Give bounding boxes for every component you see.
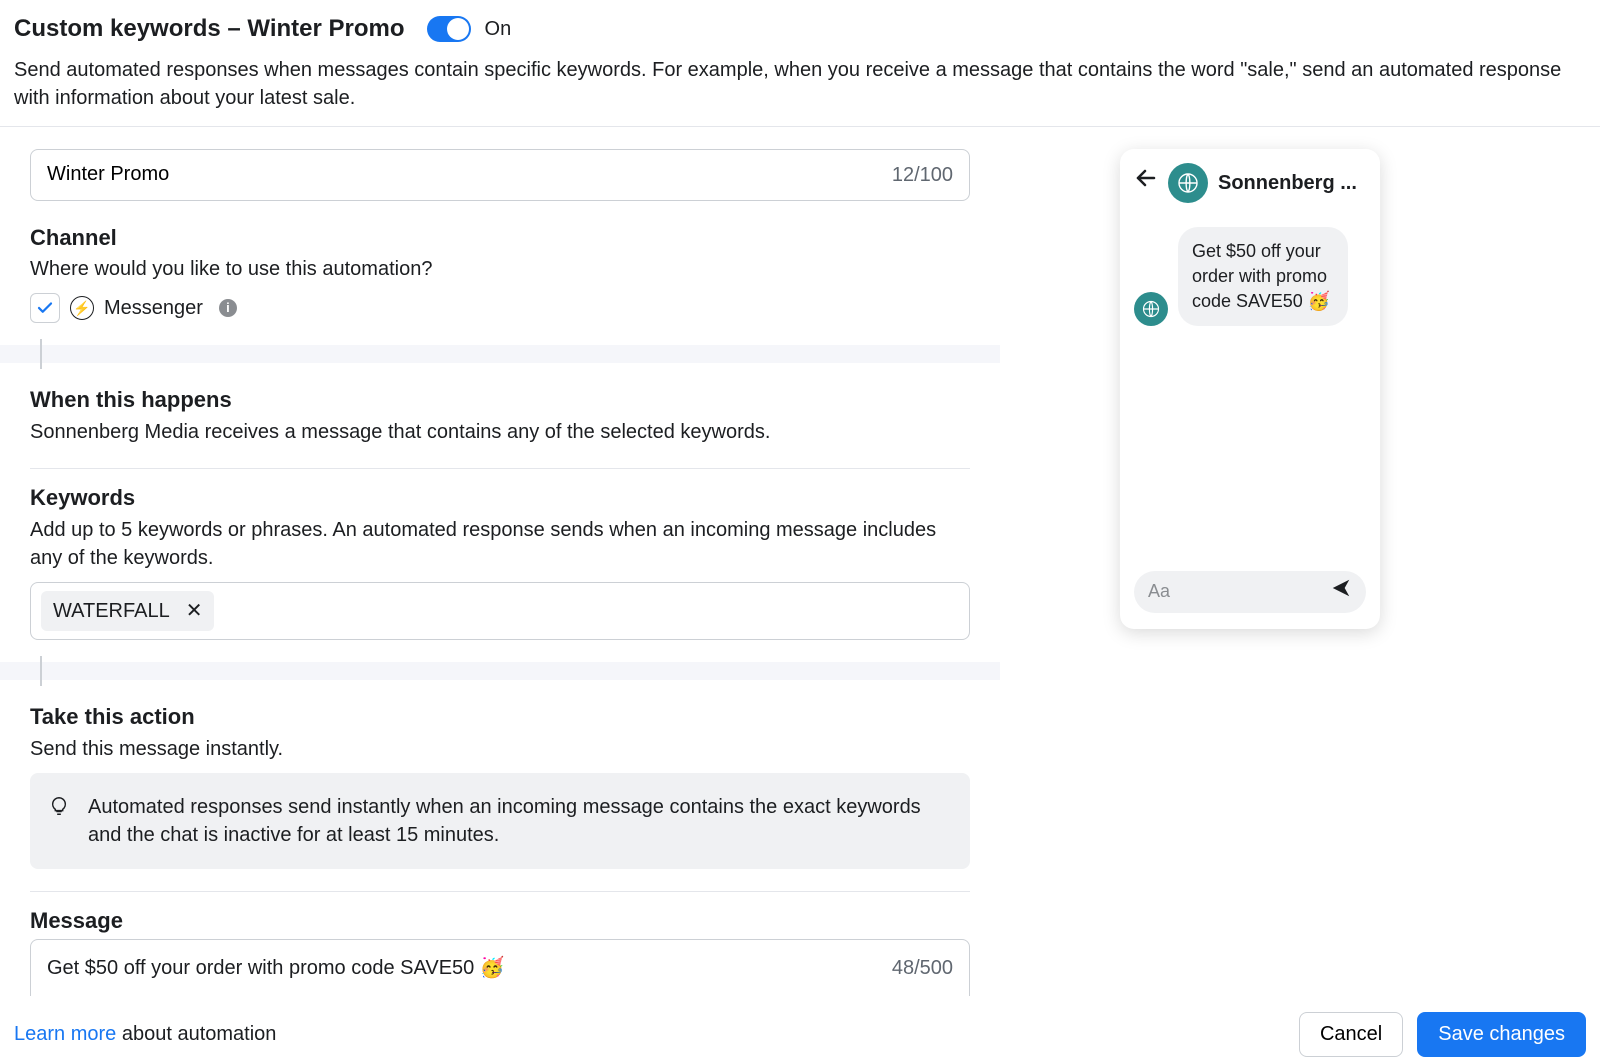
action-info-banner: Automated responses send instantly when … xyxy=(30,773,970,869)
messenger-icon: ⚡ xyxy=(70,296,94,320)
action-banner-text: Automated responses send instantly when … xyxy=(88,793,952,849)
automation-name-input[interactable]: 12/100 xyxy=(30,149,970,201)
page-subtitle: Send automated responses when messages c… xyxy=(14,56,1584,112)
lightbulb-icon xyxy=(48,793,70,817)
channel-label: Channel xyxy=(30,223,970,254)
toggle-knob xyxy=(447,18,469,40)
trigger-label: When this happens xyxy=(30,385,970,416)
enable-toggle[interactable] xyxy=(427,16,471,42)
learn-more-link[interactable]: Learn more xyxy=(14,1023,116,1045)
back-arrow-icon[interactable] xyxy=(1134,166,1158,200)
toggle-state-label: On xyxy=(485,15,512,43)
action-label: Take this action xyxy=(30,702,970,733)
check-icon xyxy=(36,299,54,317)
keyword-chip: WATERFALL ✕ xyxy=(41,591,214,631)
message-char-counter: 48/500 xyxy=(892,954,953,982)
trigger-sublabel: Sonnenberg Media receives a message that… xyxy=(30,418,970,446)
page-title: Custom keywords – Winter Promo xyxy=(14,12,405,46)
name-char-counter: 12/100 xyxy=(892,161,953,189)
preview-panel: Sonnenberg ... Get $50 off your order wi… xyxy=(1120,149,1380,629)
message-label: Message xyxy=(30,906,970,937)
keywords-sublabel: Add up to 5 keywords or phrases. An auto… xyxy=(30,516,970,572)
automation-name-field[interactable] xyxy=(47,163,892,186)
message-input[interactable]: Get $50 off your order with promo code S… xyxy=(30,939,970,996)
message-avatar xyxy=(1134,292,1168,326)
send-icon xyxy=(1330,577,1352,607)
messenger-checkbox[interactable] xyxy=(30,293,60,323)
cancel-button[interactable]: Cancel xyxy=(1299,1012,1403,1057)
keywords-label: Keywords xyxy=(30,483,970,514)
action-sublabel: Send this message instantly. xyxy=(30,735,970,763)
preview-message-bubble: Get $50 off your order with promo code S… xyxy=(1178,227,1348,327)
keywords-input[interactable]: WATERFALL ✕ xyxy=(30,582,970,640)
preview-reply-input: Aa xyxy=(1134,571,1366,613)
message-text[interactable]: Get $50 off your order with promo code S… xyxy=(47,954,880,982)
footer-help-text: Learn more about automation xyxy=(14,1020,276,1048)
channel-option-label: Messenger xyxy=(104,294,203,322)
preview-placeholder: Aa xyxy=(1148,579,1170,604)
page-avatar xyxy=(1168,163,1208,203)
info-icon[interactable]: i xyxy=(219,299,237,317)
save-button[interactable]: Save changes xyxy=(1417,1012,1586,1057)
remove-keyword-icon[interactable]: ✕ xyxy=(180,597,209,625)
keyword-chip-text: WATERFALL xyxy=(53,597,170,625)
channel-sublabel: Where would you like to use this automat… xyxy=(30,255,970,283)
preview-page-name: Sonnenberg ... xyxy=(1218,169,1357,197)
